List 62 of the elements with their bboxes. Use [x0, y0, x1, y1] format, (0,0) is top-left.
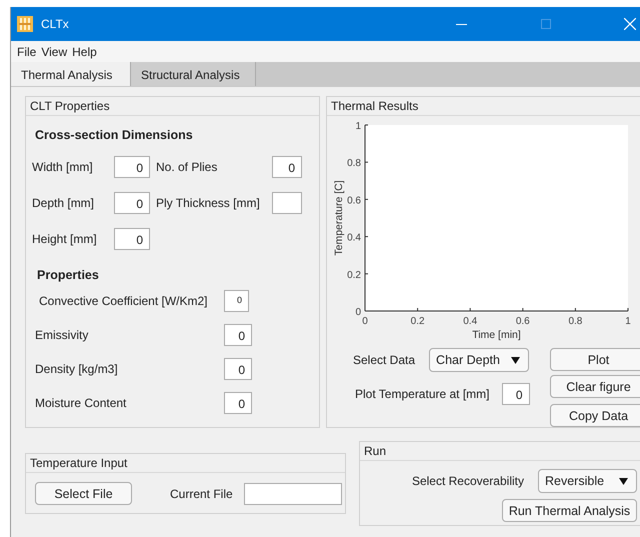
- input-field[interactable]: 0: [114, 192, 150, 214]
- input-field[interactable]: 0: [224, 358, 252, 380]
- tick-label: 0.4: [347, 232, 361, 244]
- panel-title: Thermal Results: [327, 97, 640, 116]
- run-button[interactable]: Run Thermal Analysis: [502, 499, 637, 522]
- tick-label: 0: [362, 316, 368, 327]
- tick-label: 1: [355, 121, 361, 132]
- data-dropdown[interactable]: Char Depth: [429, 348, 530, 372]
- window-title: CLTx: [41, 17, 69, 31]
- maximize-icon[interactable]: [540, 19, 550, 29]
- section-heading: Cross-section Dimensions: [35, 128, 194, 142]
- field-label: Select Recoverability: [412, 474, 524, 488]
- tick-label: 0.6: [516, 316, 530, 327]
- axis-title: Temperature [C]: [333, 180, 345, 256]
- field-label: Convective Coefficient [W/Km2]: [38, 294, 209, 308]
- select-file-button[interactable]: Select File: [35, 482, 132, 505]
- field-label: Emissivity: [34, 328, 90, 342]
- input-field[interactable]: 0: [224, 324, 252, 346]
- tab[interactable]: Structural Analysis: [131, 62, 256, 86]
- action-button[interactable]: Clear figure: [550, 375, 640, 398]
- menu-item[interactable]: File: [17, 44, 36, 58]
- field-label: Plot Temperature at [mm]: [355, 387, 490, 401]
- input-field[interactable]: 0: [224, 392, 252, 414]
- menu-item[interactable]: Help: [72, 44, 97, 58]
- section-heading: Properties: [37, 268, 100, 282]
- close-icon[interactable]: [624, 18, 636, 30]
- tick-label: 0: [355, 307, 361, 318]
- tick-label: 0.8: [347, 158, 361, 170]
- input-field[interactable]: 0: [272, 156, 302, 178]
- app-logo-icon: [17, 16, 33, 32]
- field-label: Width [mm]: [32, 160, 94, 174]
- recoverability-dropdown[interactable]: Reversible: [538, 469, 637, 493]
- tick-label: 0.6: [347, 195, 361, 206]
- input-field[interactable]: 0: [502, 383, 530, 405]
- axis-title: Time [min]: [472, 329, 521, 341]
- caret-icon: [511, 356, 520, 364]
- tick-label: 1: [625, 316, 631, 327]
- caret-icon: [619, 478, 628, 484]
- panel-title: Temperature Input: [26, 454, 345, 473]
- input-field[interactable]: [272, 192, 302, 214]
- field-label: Moisture Content: [34, 396, 128, 410]
- field-label: Height [mm]: [32, 232, 98, 246]
- tick-label: 0.8: [568, 316, 582, 327]
- input-field[interactable]: 0: [114, 228, 150, 250]
- tick-label: 0.4: [463, 316, 478, 327]
- menu-item[interactable]: View: [41, 44, 68, 58]
- field-label: Ply Thickness [mm]: [156, 196, 261, 210]
- tick-label: 0.2: [347, 270, 361, 281]
- tick-label: 0.2: [410, 316, 425, 327]
- action-button[interactable]: Copy Data: [550, 404, 640, 427]
- field-label: No. of Plies: [156, 160, 218, 174]
- field-label: Current File: [170, 486, 233, 500]
- action-button[interactable]: Plot: [550, 348, 640, 371]
- input-field[interactable]: 0: [224, 290, 249, 312]
- tab[interactable]: Thermal Analysis: [11, 62, 131, 86]
- field-label: Depth [mm]: [32, 196, 96, 210]
- panel-title: CLT Properties: [26, 97, 319, 116]
- field-label: Density [kg/m3]: [34, 362, 119, 376]
- panel-title: Run: [360, 442, 640, 461]
- field-label: Select Data: [353, 353, 416, 367]
- file-field[interactable]: [244, 482, 342, 504]
- input-field[interactable]: 0: [114, 156, 150, 178]
